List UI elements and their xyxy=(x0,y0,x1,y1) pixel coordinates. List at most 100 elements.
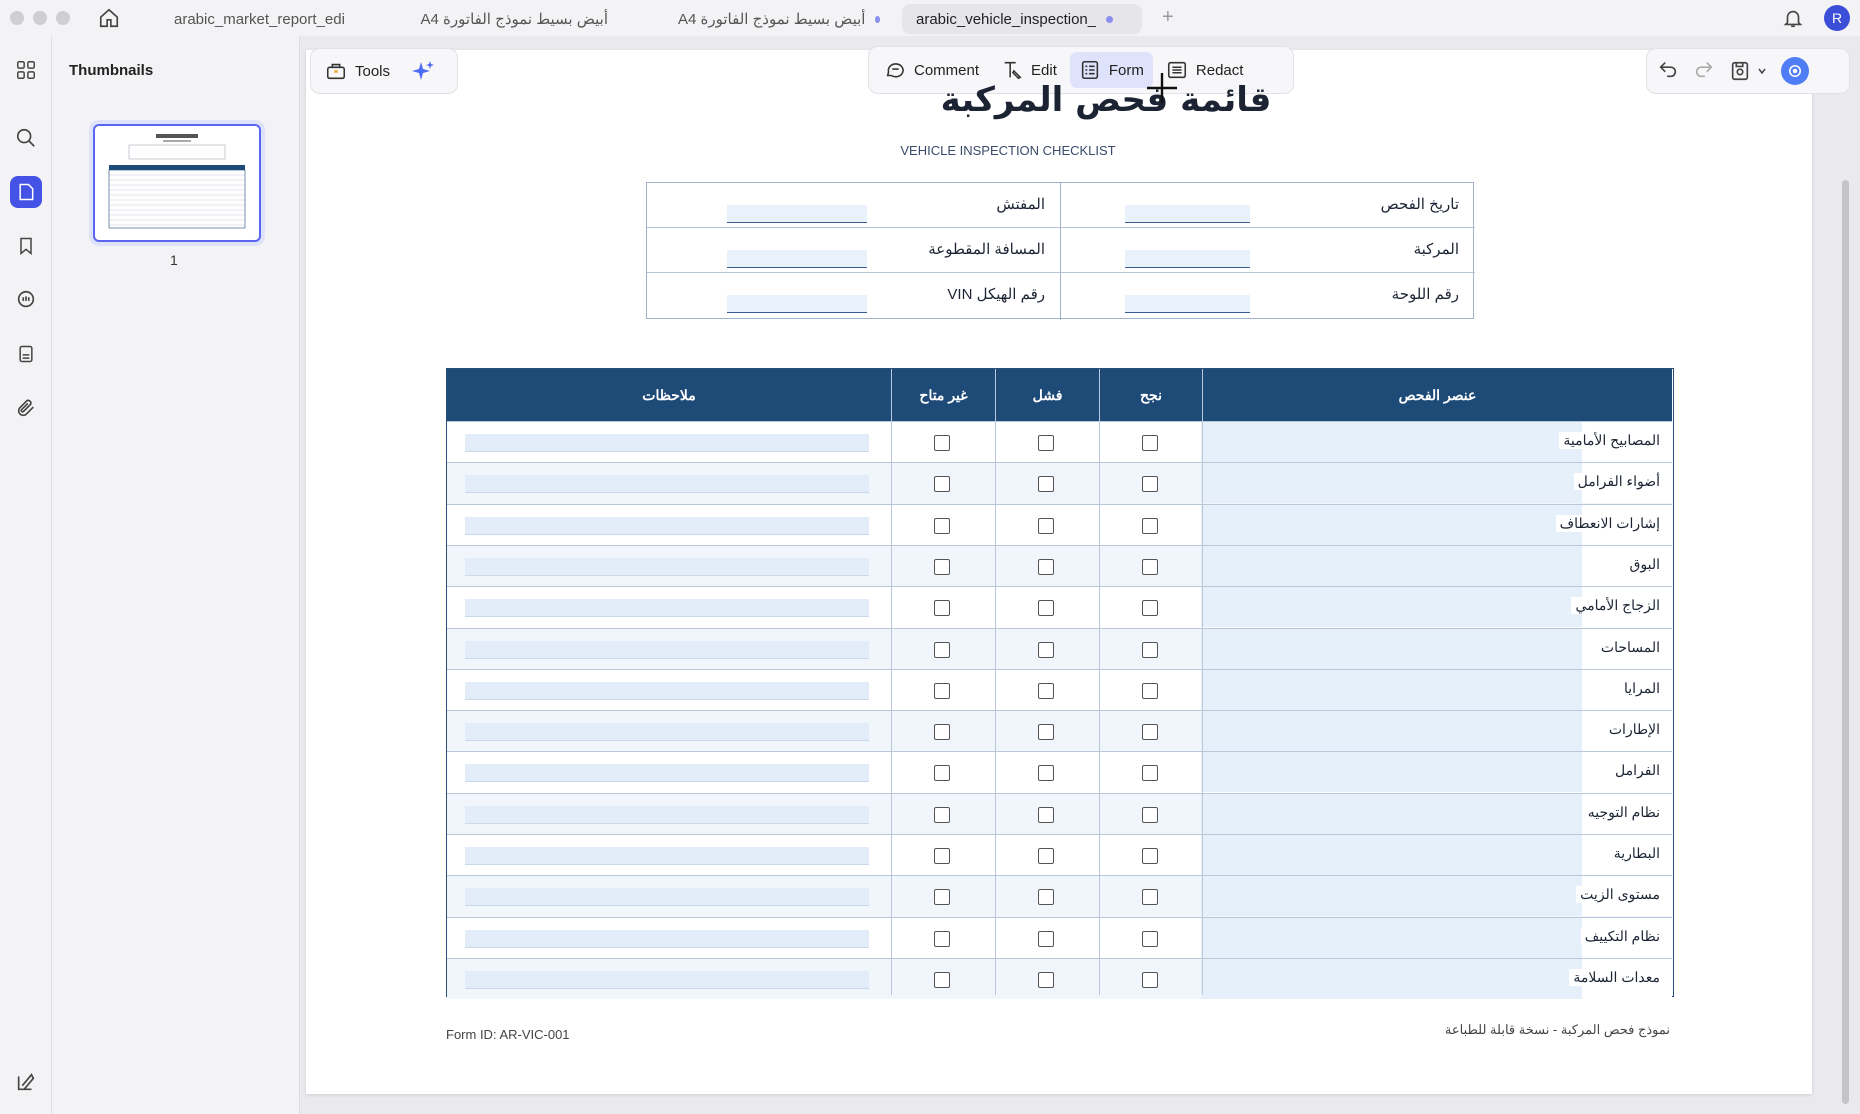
inspection-item-field[interactable]: الفرامل xyxy=(1201,752,1672,793)
fail-checkbox[interactable] xyxy=(1038,600,1054,617)
pass-checkbox[interactable] xyxy=(1142,889,1158,906)
tab-invoice-2[interactable]: أبيض بسيط نموذج الفاتورة A4 xyxy=(664,4,894,34)
na-checkbox[interactable] xyxy=(934,806,950,823)
notes-field[interactable] xyxy=(465,681,869,700)
avatar[interactable]: R xyxy=(1824,5,1850,31)
ai-agent-button[interactable] xyxy=(1781,57,1809,85)
fail-checkbox[interactable] xyxy=(1038,848,1054,864)
pass-checkbox[interactable] xyxy=(1142,971,1158,988)
inspector-field[interactable] xyxy=(727,205,867,223)
notes-field[interactable] xyxy=(465,970,869,989)
notes-field[interactable] xyxy=(465,805,869,824)
pass-checkbox[interactable] xyxy=(1142,930,1158,947)
stamp-button[interactable] xyxy=(10,338,42,370)
tab-invoice-1[interactable]: أبيض بسيط نموذج الفاتورة A4 xyxy=(412,4,622,34)
inspection-item-field[interactable]: الإطارات xyxy=(1201,711,1672,752)
home-button[interactable] xyxy=(96,6,122,30)
na-checkbox[interactable] xyxy=(934,889,950,906)
na-checkbox[interactable] xyxy=(934,476,950,493)
pass-checkbox[interactable] xyxy=(1142,765,1158,782)
inspection-item-field[interactable]: الزجاج الأمامي xyxy=(1201,587,1672,628)
na-checkbox[interactable] xyxy=(934,765,950,782)
fail-checkbox[interactable] xyxy=(1038,435,1054,451)
notes-field[interactable] xyxy=(465,847,869,865)
notes-field[interactable] xyxy=(465,516,869,535)
tab-market-report[interactable]: arabic_market_report_edi xyxy=(160,4,360,34)
pass-checkbox[interactable] xyxy=(1142,476,1158,493)
notes-field[interactable] xyxy=(465,434,869,452)
inspection-item-field[interactable]: البطارية xyxy=(1201,835,1672,875)
na-checkbox[interactable] xyxy=(934,558,950,575)
na-checkbox[interactable] xyxy=(934,724,950,741)
fail-checkbox[interactable] xyxy=(1038,558,1054,575)
undo-button[interactable] xyxy=(1657,58,1679,85)
pass-checkbox[interactable] xyxy=(1142,724,1158,741)
notes-field[interactable] xyxy=(465,723,869,742)
vehicle-field[interactable] xyxy=(1125,250,1250,268)
notes-field[interactable] xyxy=(465,640,869,659)
inspection-item-field[interactable]: نظام التكييف xyxy=(1201,917,1672,958)
minimize-window-button[interactable] xyxy=(33,11,47,25)
notes-field[interactable] xyxy=(465,764,869,783)
thumbnails-button[interactable] xyxy=(10,176,42,208)
na-checkbox[interactable] xyxy=(934,930,950,947)
na-checkbox[interactable] xyxy=(934,641,950,658)
pass-checkbox[interactable] xyxy=(1142,848,1158,864)
inspection-date-field[interactable] xyxy=(1125,205,1250,223)
notes-field[interactable] xyxy=(465,599,869,618)
close-window-button[interactable] xyxy=(10,11,24,25)
mileage-field[interactable] xyxy=(727,250,867,268)
notifications-button[interactable] xyxy=(1782,6,1804,35)
pass-checkbox[interactable] xyxy=(1142,641,1158,658)
inspection-item-field[interactable]: البوق xyxy=(1201,545,1672,586)
comments-button[interactable] xyxy=(10,284,42,316)
save-button[interactable] xyxy=(1729,60,1767,82)
attachments-button[interactable] xyxy=(10,392,42,424)
fail-checkbox[interactable] xyxy=(1038,971,1054,988)
notes-field[interactable] xyxy=(465,475,869,494)
new-tab-button[interactable]: + xyxy=(1162,6,1174,29)
fail-checkbox[interactable] xyxy=(1038,682,1054,699)
tab-vehicle-inspection[interactable]: arabic_vehicle_inspection_ xyxy=(902,4,1142,34)
redo-button[interactable] xyxy=(1693,58,1715,85)
fail-checkbox[interactable] xyxy=(1038,641,1054,658)
zoom-window-button[interactable] xyxy=(56,11,70,25)
na-checkbox[interactable] xyxy=(934,848,950,864)
ai-assistant-button[interactable] xyxy=(409,57,437,85)
pass-checkbox[interactable] xyxy=(1142,600,1158,617)
fail-checkbox[interactable] xyxy=(1038,517,1054,534)
notes-field[interactable] xyxy=(465,929,869,948)
pass-checkbox[interactable] xyxy=(1142,435,1158,451)
fail-checkbox[interactable] xyxy=(1038,724,1054,741)
fail-checkbox[interactable] xyxy=(1038,889,1054,906)
inspection-item-field[interactable]: المرايا xyxy=(1201,669,1672,710)
inspection-item-field[interactable]: أضواء الفرامل xyxy=(1201,463,1672,504)
notes-field[interactable] xyxy=(465,888,869,907)
fail-checkbox[interactable] xyxy=(1038,806,1054,823)
na-checkbox[interactable] xyxy=(934,517,950,534)
pass-checkbox[interactable] xyxy=(1142,517,1158,534)
inspection-item-field[interactable]: نظام التوجيه xyxy=(1201,793,1672,834)
fail-checkbox[interactable] xyxy=(1038,930,1054,947)
na-checkbox[interactable] xyxy=(934,435,950,451)
na-checkbox[interactable] xyxy=(934,971,950,988)
notes-field[interactable] xyxy=(465,557,869,576)
vin-field[interactable] xyxy=(727,295,867,313)
bookmarks-button[interactable] xyxy=(10,230,42,262)
na-checkbox[interactable] xyxy=(934,682,950,699)
inspection-item-field[interactable]: مستوى الزيت xyxy=(1201,876,1672,917)
pass-checkbox[interactable] xyxy=(1142,682,1158,699)
pass-checkbox[interactable] xyxy=(1142,558,1158,575)
plate-number-field[interactable] xyxy=(1125,295,1250,313)
fail-checkbox[interactable] xyxy=(1038,765,1054,782)
inspection-item-field[interactable]: إشارات الانعطاف xyxy=(1201,504,1672,545)
search-button[interactable] xyxy=(10,122,42,154)
inspection-item-field[interactable]: المصابيح الأمامية xyxy=(1201,422,1672,462)
vertical-scrollbar[interactable] xyxy=(1842,180,1849,1104)
layers-button[interactable] xyxy=(10,1066,42,1098)
grid-view-button[interactable] xyxy=(10,54,42,86)
na-checkbox[interactable] xyxy=(934,600,950,617)
page-thumbnail[interactable] xyxy=(93,124,261,242)
tools-button[interactable]: Tools xyxy=(325,53,399,89)
inspection-item-field[interactable]: المساحات xyxy=(1201,628,1672,669)
